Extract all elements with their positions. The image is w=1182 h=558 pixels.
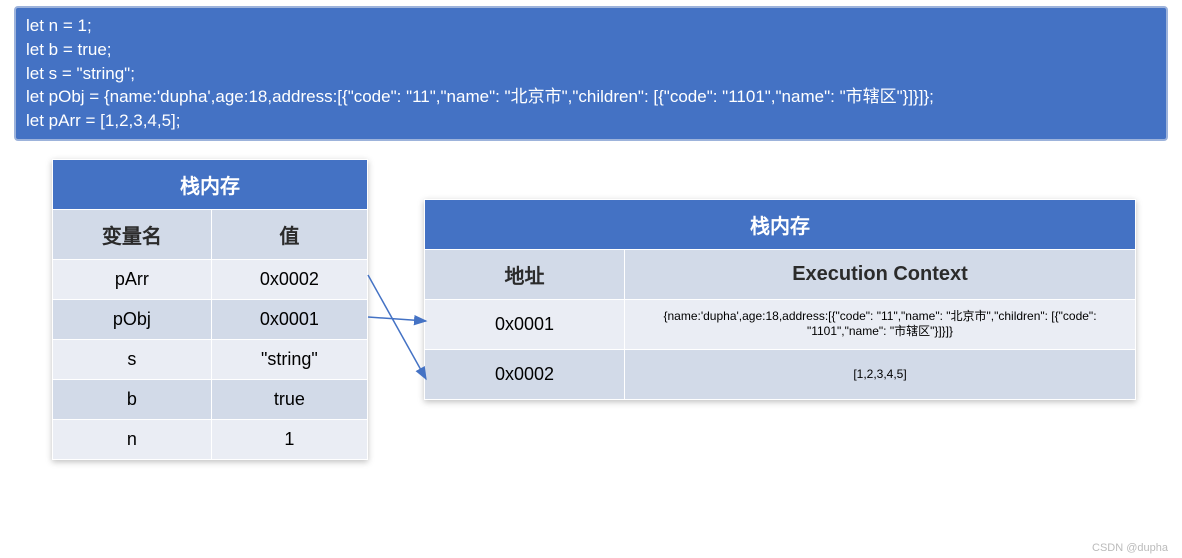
- stack-table-title: 栈内存: [53, 159, 368, 209]
- stack-header-val: 值: [211, 209, 367, 259]
- table-row: 0x0002 [1,2,3,4,5]: [425, 349, 1136, 399]
- table-row: s "string": [53, 339, 368, 379]
- code-line: let b = true;: [26, 38, 1156, 62]
- table-row: pObj 0x0001: [53, 299, 368, 339]
- stack-var: pArr: [53, 259, 212, 299]
- code-block: let n = 1; let b = true; let s = "string…: [14, 6, 1168, 141]
- stack-val: 1: [211, 419, 367, 459]
- stack-header-var: 变量名: [53, 209, 212, 259]
- table-row: b true: [53, 379, 368, 419]
- heap-table-title: 栈内存: [425, 199, 1136, 249]
- stack-val: "string": [211, 339, 367, 379]
- stack-var: s: [53, 339, 212, 379]
- heap-header-ctx: Execution Context: [625, 249, 1136, 299]
- heap-addr: 0x0001: [425, 299, 625, 349]
- heap-table: 栈内存 地址 Execution Context 0x0001 {name:'d…: [424, 199, 1136, 400]
- table-row: pArr 0x0002: [53, 259, 368, 299]
- arrow-pobj-to-0x0001: [368, 317, 426, 321]
- heap-ctx: [1,2,3,4,5]: [625, 349, 1136, 399]
- heap-ctx: {name:'dupha',age:18,address:[{"code": "…: [625, 299, 1136, 349]
- stack-var: b: [53, 379, 212, 419]
- code-line: let pArr = [1,2,3,4,5];: [26, 109, 1156, 133]
- code-line: let s = "string";: [26, 62, 1156, 86]
- stack-var: pObj: [53, 299, 212, 339]
- arrow-parr-to-0x0002: [368, 275, 426, 379]
- stack-table: 栈内存 变量名 值 pArr 0x0002 pObj 0x0001 s "str…: [52, 159, 368, 460]
- heap-header-addr: 地址: [425, 249, 625, 299]
- diagram-area: 栈内存 变量名 值 pArr 0x0002 pObj 0x0001 s "str…: [0, 159, 1182, 519]
- stack-val: 0x0001: [211, 299, 367, 339]
- table-row: 0x0001 {name:'dupha',age:18,address:[{"c…: [425, 299, 1136, 349]
- stack-var: n: [53, 419, 212, 459]
- stack-val: 0x0002: [211, 259, 367, 299]
- code-line: let n = 1;: [26, 14, 1156, 38]
- table-row: n 1: [53, 419, 368, 459]
- stack-val: true: [211, 379, 367, 419]
- code-line: let pObj = {name:'dupha',age:18,address:…: [26, 85, 1156, 109]
- watermark: CSDN @dupha: [1092, 542, 1168, 554]
- heap-addr: 0x0002: [425, 349, 625, 399]
